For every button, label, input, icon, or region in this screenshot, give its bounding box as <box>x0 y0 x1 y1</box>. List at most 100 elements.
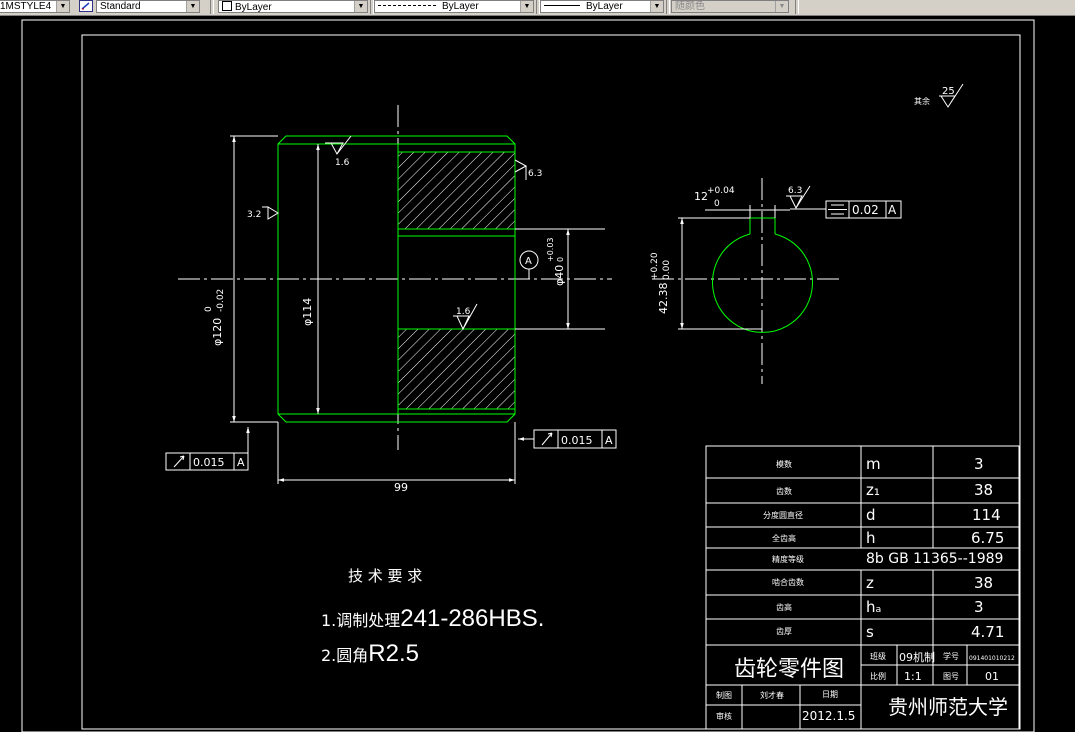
roughness-top-icon <box>325 135 352 156</box>
toolbar-separator <box>795 0 799 14</box>
layer-color-combo[interactable]: ByLayer ▼ <box>218 0 368 13</box>
dim-tol-key-depth-lower: 0.00 <box>662 260 672 280</box>
plot-style-combo: 随颜色 ▼ <box>671 0 789 13</box>
dim-text-d120: φ120 <box>211 318 224 346</box>
sheet-border <box>81 34 1021 730</box>
chevron-down-icon[interactable]: ▼ <box>650 1 663 12</box>
svg-text:齿数: 齿数 <box>776 486 792 496</box>
svg-text:3: 3 <box>974 455 984 473</box>
dim-text-99: 99 <box>394 481 408 494</box>
color-swatch-icon <box>222 1 232 11</box>
tolerance-frame-left: 0.015 A <box>165 427 250 471</box>
svg-text:h: h <box>866 529 876 547</box>
svg-text:0.015: 0.015 <box>193 456 225 469</box>
svg-text:A: A <box>605 434 613 447</box>
svg-text:114: 114 <box>972 506 1001 524</box>
svg-text:0.015: 0.015 <box>561 434 593 447</box>
hatch-lower <box>398 329 515 409</box>
runout-icon <box>173 455 185 468</box>
svg-text:模数: 模数 <box>776 459 792 469</box>
solid-line-icon <box>544 5 580 6</box>
dim-key-depth-group: 42.38 +0.20 0.00 <box>650 252 672 314</box>
svg-text:全齿高: 全齿高 <box>772 533 796 543</box>
dim-tol-d40-lower: 0 <box>556 257 565 262</box>
drawing-title: 齿轮零件图 <box>734 657 844 682</box>
note-line-2: 2.圆角R2.5 <box>321 640 419 667</box>
linetype-combo[interactable]: ByLayer ▼ <box>374 0 534 13</box>
dim-tol-d120-lower: -0.02 <box>216 289 226 312</box>
dim-d114-group: φ114 <box>301 298 314 326</box>
dim-tol-key-depth-upper: +0.20 <box>650 252 660 280</box>
svg-text:3: 3 <box>974 598 984 616</box>
chevron-down-icon[interactable]: ▼ <box>186 1 199 12</box>
gear-parameter-table <box>705 445 1020 730</box>
svg-text:0.02: 0.02 <box>852 203 879 217</box>
scale-label: 比例 <box>870 671 886 681</box>
toolbar-separator <box>666 0 670 14</box>
svg-text:z₁: z₁ <box>866 481 880 499</box>
roughness-text: 1.6 <box>456 307 471 317</box>
svg-text:A: A <box>888 203 897 217</box>
scale-value: 1:1 <box>904 670 922 683</box>
roughness-text: 6.3 <box>528 169 542 179</box>
svg-text:38: 38 <box>974 481 993 499</box>
tolerance-frame-symmetry: 0.02 A <box>790 200 902 219</box>
drawn-value: 刘才春 <box>760 690 784 700</box>
symmetry-icon <box>828 204 847 215</box>
gear-section-view <box>178 105 612 450</box>
svg-text:hₐ: hₐ <box>866 598 881 616</box>
datum-label: A <box>525 256 532 267</box>
class-label: 班级 <box>870 651 886 661</box>
svg-text:m: m <box>866 455 881 473</box>
text-style-icon[interactable] <box>79 0 93 12</box>
roughness-text: 1.6 <box>335 158 350 168</box>
dim-text-key-depth: 42.38 <box>657 283 670 315</box>
chevron-down-icon: ▼ <box>775 1 788 12</box>
svg-text:s: s <box>866 623 874 641</box>
text-style-combo[interactable]: Standard ▼ <box>96 0 200 13</box>
roughness-text: 25 <box>942 86 955 97</box>
dim-tol-d120-upper: 0 <box>204 306 214 312</box>
lineweight-combo[interactable]: ByLayer ▼ <box>540 0 664 13</box>
svg-text:精度等级: 精度等级 <box>772 554 804 564</box>
tolerance-frame-right: 0.015 A <box>518 429 617 449</box>
runout-icon <box>541 432 553 446</box>
student-no-label: 学号 <box>943 651 959 661</box>
dim-tol-key-upper: +0.04 <box>707 186 735 196</box>
dashdot-line-icon <box>378 5 436 6</box>
date-value: 2012.1.5 <box>802 709 855 723</box>
dim-text-d40: φ40 <box>553 265 566 286</box>
dim-text-d114: φ114 <box>301 298 314 326</box>
toolbar-separator <box>210 0 214 14</box>
model-space-canvas[interactable]: 99 φ120 0 -0.02 φ114 φ40 +0.03 0 A 1.6 6… <box>0 15 1075 732</box>
svg-text:齿厚: 齿厚 <box>776 627 792 636</box>
svg-text:4.71: 4.71 <box>971 623 1004 641</box>
class-value: 09机制 <box>899 650 935 664</box>
dim-d120-group: φ120 0 -0.02 <box>204 289 226 346</box>
svg-text:6.75: 6.75 <box>971 529 1004 547</box>
dim-tol-d40: +0.03 <box>546 237 555 262</box>
dimension-style-combo[interactable]: 1MSTYLE4 ▼ <box>0 0 70 13</box>
chevron-down-icon[interactable]: ▼ <box>520 1 533 12</box>
school-name: 贵州师范大学 <box>888 695 1008 719</box>
svg-text:38: 38 <box>974 574 993 592</box>
notes-heading: 技 术 要 求 <box>348 567 422 585</box>
roughness-other-label: 其余 <box>914 96 930 106</box>
hatch-upper <box>398 152 515 229</box>
date-label: 日期 <box>822 690 838 699</box>
chevron-down-icon[interactable]: ▼ <box>354 1 367 12</box>
chevron-down-icon[interactable]: ▼ <box>56 1 69 12</box>
svg-text:d: d <box>866 506 876 524</box>
roughness-text: 6.3 <box>788 186 802 196</box>
drawing-no-value: 01 <box>985 670 999 683</box>
svg-text:齿高: 齿高 <box>776 602 792 612</box>
properties-toolbar: 1MSTYLE4 ▼ Standard ▼ ByLayer ▼ ByLayer … <box>0 0 1075 16</box>
note-line-1: 1.调制处理241-286HBS. <box>321 605 544 632</box>
dim-tol-key-lower: 0 <box>714 199 720 209</box>
drawn-label: 制图 <box>716 690 732 700</box>
student-no-value: 091401010212 <box>969 655 1015 662</box>
check-label: 审核 <box>716 711 732 721</box>
drawing-no-label: 图号 <box>943 672 959 681</box>
svg-text:啮合齿数: 啮合齿数 <box>772 577 804 587</box>
svg-text:A: A <box>237 456 245 469</box>
